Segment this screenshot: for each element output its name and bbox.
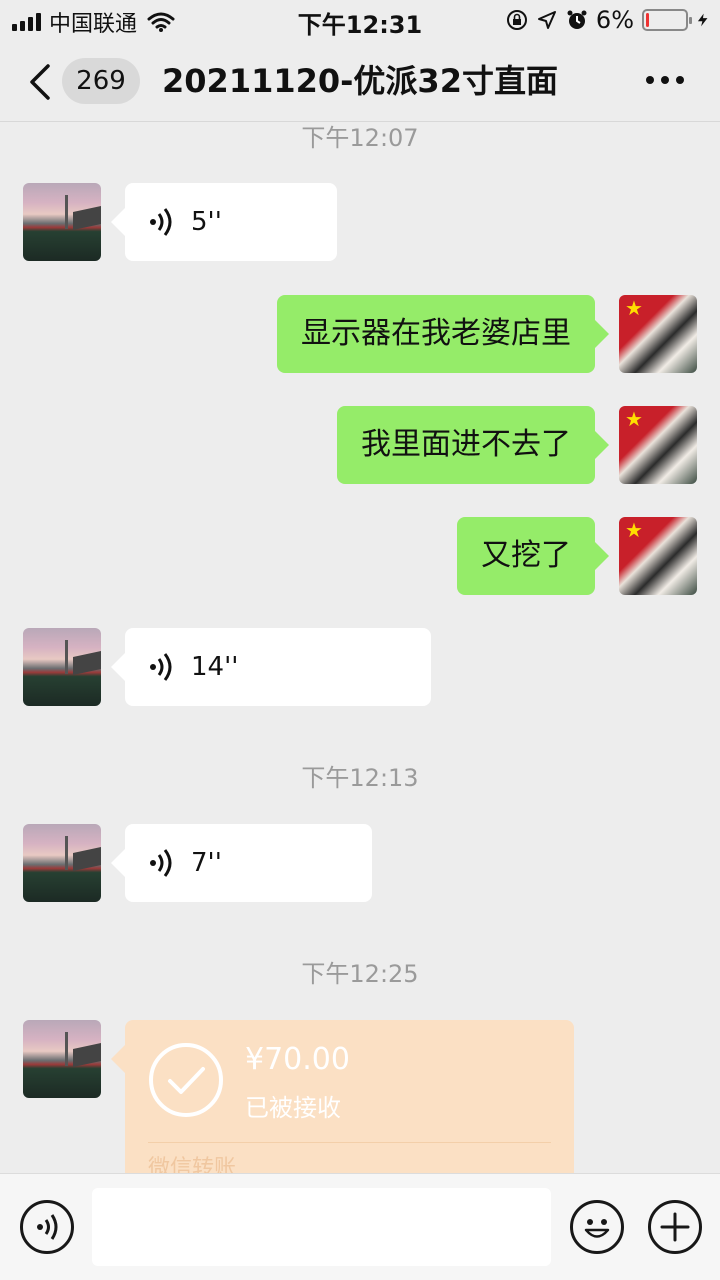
text-message[interactable]: 显示器在我老婆店里 [277, 295, 609, 373]
check-circle-icon [149, 1043, 223, 1117]
emoji-icon[interactable] [570, 1200, 624, 1254]
timestamp: 下午12:07 [301, 124, 419, 152]
avatar[interactable] [23, 628, 101, 706]
transfer-status: 已被接收 [245, 1094, 341, 1122]
battery-percent: 6% [595, 6, 634, 34]
text-message[interactable]: 我里面进不去了 [337, 406, 609, 484]
status-bar: 中国联通 下午12:31 6% [0, 0, 720, 40]
voice-wave-icon [150, 653, 172, 681]
divider [148, 1142, 551, 1143]
voice-duration: 5'' [191, 207, 222, 237]
voice-duration: 14'' [191, 652, 239, 682]
voice-message[interactable]: 14'' [111, 628, 431, 706]
chevron-left-icon[interactable] [26, 62, 56, 102]
message-input[interactable] [92, 1188, 551, 1266]
unread-count-badge[interactable]: 269 [62, 58, 140, 104]
lock-rotation-icon [506, 10, 527, 30]
avatar[interactable] [23, 1020, 101, 1098]
avatar[interactable]: ★ [619, 517, 697, 595]
avatar[interactable]: ★ [619, 295, 697, 373]
plus-icon[interactable] [648, 1200, 702, 1254]
location-icon [537, 11, 556, 29]
battery-icon [642, 9, 692, 31]
voice-message[interactable]: 7'' [111, 824, 372, 902]
timestamp: 下午12:13 [301, 764, 419, 792]
voice-icon[interactable] [20, 1200, 74, 1254]
voice-duration: 7'' [191, 848, 222, 878]
alarm-icon [567, 10, 587, 29]
transfer-message[interactable]: ¥70.00 已被接收 微信转账 [111, 1020, 574, 1181]
avatar[interactable] [23, 183, 101, 261]
input-bar [0, 1173, 720, 1280]
avatar[interactable] [23, 824, 101, 902]
battery-level [646, 13, 649, 27]
chat-title: 20211120-优派32寸直面 [162, 62, 558, 100]
voice-wave-icon [150, 849, 172, 877]
text-message[interactable]: 又挖了 [457, 517, 609, 595]
avatar[interactable]: ★ [619, 406, 697, 484]
voice-message[interactable]: 5'' [111, 183, 337, 261]
charging-icon [697, 13, 708, 27]
voice-wave-icon [150, 208, 172, 236]
chat-header: 269 20211120-优派32寸直面 [0, 40, 720, 122]
timestamp: 下午12:25 [301, 960, 419, 988]
more-dots-icon[interactable] [646, 70, 686, 90]
status-right: 6% [506, 6, 710, 34]
transfer-amount: ¥70.00 [245, 1042, 350, 1077]
